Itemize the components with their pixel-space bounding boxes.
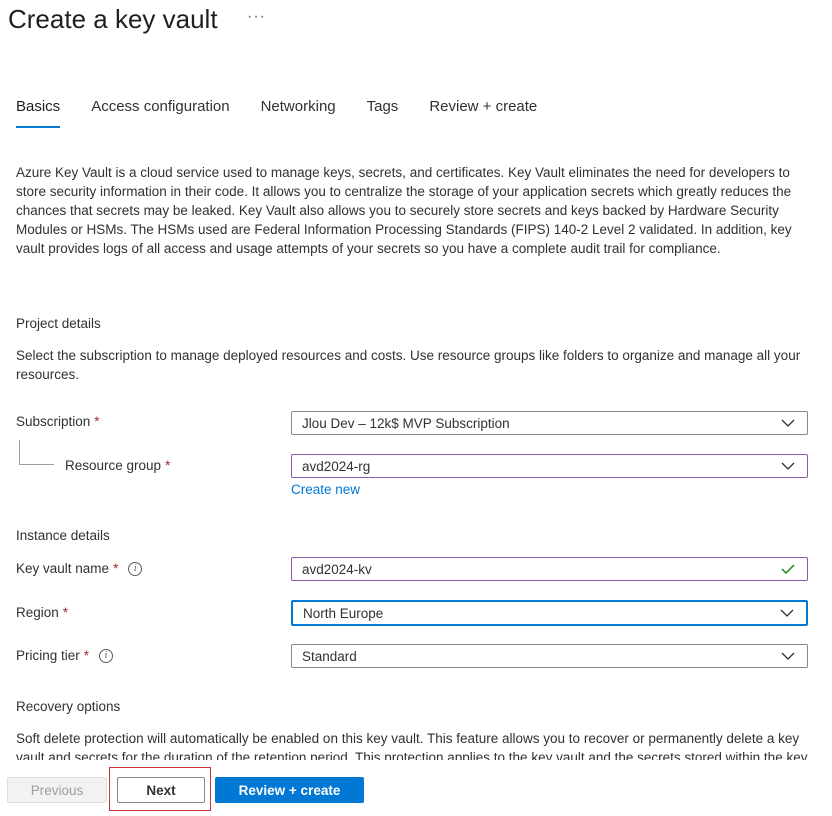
project-details-heading: Project details [16,316,101,331]
tree-connector [19,440,20,464]
region-dropdown[interactable]: North Europe [291,600,808,626]
tab-review-create[interactable]: Review + create [429,98,537,128]
checkmark-icon [779,560,797,578]
tab-access-configuration[interactable]: Access configuration [91,98,229,128]
info-icon[interactable]: i [99,648,114,663]
recovery-options-heading: Recovery options [16,699,121,714]
project-details-description: Select the subscription to manage deploy… [16,348,801,382]
subscription-label: Subscription * [16,414,100,429]
required-marker: * [83,648,90,663]
tree-connector [19,464,54,465]
subscription-label-text: Subscription [16,414,91,429]
create-new-resource-group-link[interactable]: Create new [291,482,360,497]
resource-group-value: avd2024-rg [302,458,371,474]
required-marker: * [62,605,69,620]
tab-networking[interactable]: Networking [261,98,336,128]
next-button[interactable]: Next [117,777,205,803]
chevron-down-icon [779,414,797,432]
instance-details-heading: Instance details [16,528,110,543]
required-marker: * [94,414,100,429]
tab-tags[interactable]: Tags [367,98,399,128]
region-label-text: Region [16,605,59,620]
pricing-tier-label: Pricing tier * i [16,648,114,663]
pricing-tier-value: Standard [302,648,357,664]
subscription-dropdown[interactable]: Jlou Dev – 12k$ MVP Subscription [291,411,808,435]
required-marker: * [165,458,171,473]
region-label: Region * [16,605,68,620]
more-options-icon[interactable]: ··· [247,8,266,26]
chevron-down-icon [779,647,797,665]
key-vault-name-label: Key vault name * i [16,561,143,576]
key-vault-name-value: avd2024-kv [302,561,372,577]
review-create-button[interactable]: Review + create [215,777,364,803]
pricing-tier-label-text: Pricing tier [16,648,80,663]
required-marker: * [113,561,119,576]
region-value: North Europe [303,605,384,621]
resource-group-label-text: Resource group [65,458,162,473]
page-title: Create a key vault [8,4,218,34]
key-vault-name-input[interactable]: avd2024-kv [291,557,808,581]
tab-bar: Basics Access configuration Networking T… [16,98,568,128]
tab-basics[interactable]: Basics [16,98,61,128]
info-icon[interactable]: i [128,561,143,576]
resource-group-label: Resource group * [65,458,170,473]
chevron-down-icon [779,457,797,475]
pricing-tier-dropdown[interactable]: Standard [291,644,808,668]
chevron-down-icon [778,604,796,622]
intro-description: Azure Key Vault is a cloud service used … [16,165,792,256]
previous-button[interactable]: Previous [7,777,107,803]
resource-group-dropdown[interactable]: avd2024-rg [291,454,808,478]
key-vault-name-label-text: Key vault name [16,561,110,576]
subscription-value: Jlou Dev – 12k$ MVP Subscription [302,415,510,431]
